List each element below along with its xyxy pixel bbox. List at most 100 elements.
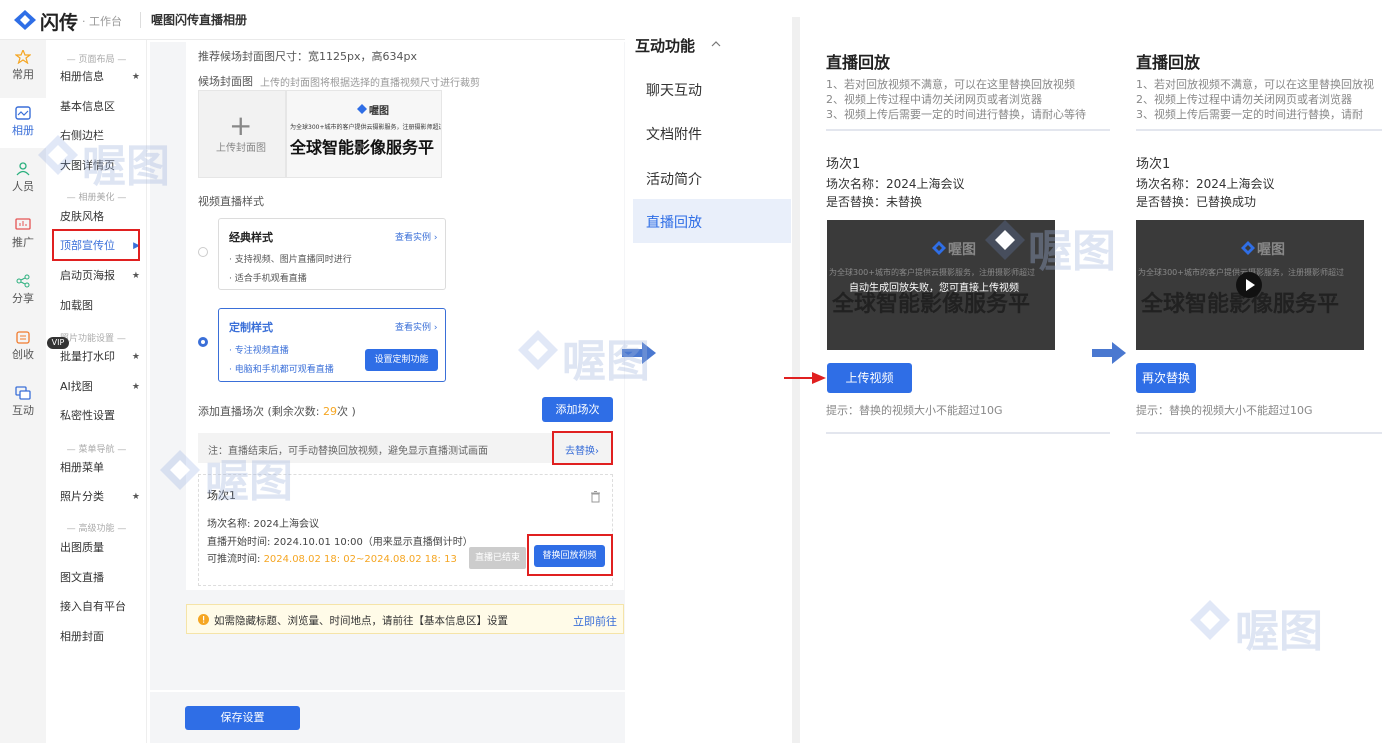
- divider: [1136, 432, 1382, 434]
- chevron-up-icon[interactable]: [711, 41, 721, 47]
- brand-logo-icon: [932, 241, 946, 255]
- remaining-count: 29: [323, 405, 337, 418]
- add-session-suffix: 次 ): [337, 405, 356, 418]
- replay-instruction: 2、视频上传过程中请勿关闭网页或者浏览器: [826, 93, 1042, 106]
- replay-title: 直播回放: [1136, 53, 1201, 72]
- session-name: 场次名称: 2024上海会议: [207, 519, 319, 530]
- divider: [826, 432, 1110, 434]
- interact-icon: [15, 386, 31, 400]
- logo-text: 闪传: [40, 12, 79, 34]
- replace-again-button[interactable]: 再次替换: [1136, 363, 1196, 393]
- push-time: 可推流时间: 2024.08.02 18: 02~2024.08.02 18: …: [207, 550, 457, 565]
- watermark-logo-icon: [38, 135, 78, 175]
- upload-video-button[interactable]: 上传视频: [827, 363, 912, 393]
- replay-instruction: 1、若对回放视频不满意，可以在这里替换回放视: [1136, 78, 1374, 91]
- submenu-item[interactable]: 加载图: [60, 296, 140, 316]
- nav-label: 分享: [12, 292, 34, 305]
- menu-title: 互动功能: [635, 37, 696, 55]
- share-icon: [16, 274, 30, 288]
- cover-image: 喔图 为全球300+城市的客户提供云摄影服务，注册摄影师超过 全球智能影像服务平: [286, 90, 442, 178]
- submenu-item[interactable]: 相册菜单: [60, 458, 140, 478]
- menu-item-replay[interactable]: 直播回放: [646, 212, 702, 232]
- highlight-box: [527, 534, 613, 576]
- submenu-item[interactable]: 启动页海报 ★: [60, 266, 140, 286]
- section-title: — 页面布局 —: [66, 55, 127, 65]
- submenu-item[interactable]: 相册信息 ★: [60, 67, 140, 87]
- nav-interact[interactable]: 互动: [0, 378, 46, 428]
- section-title: — 菜单导航 —: [66, 445, 127, 455]
- delete-icon[interactable]: [590, 491, 601, 503]
- live-ended-button: 直播已结束: [469, 547, 526, 569]
- save-settings-button[interactable]: 保存设置: [185, 706, 300, 730]
- menu-item-intro[interactable]: 活动简介: [646, 169, 702, 189]
- custom-radio[interactable]: [198, 337, 208, 347]
- classic-radio[interactable]: [198, 247, 208, 257]
- star-icon: [15, 50, 31, 64]
- revenue-icon: [16, 331, 30, 344]
- nav-revenue[interactable]: 创收: [0, 322, 46, 372]
- submenu-label: 相册封面: [60, 630, 104, 643]
- brand-logo-icon: [357, 104, 367, 114]
- play-icon[interactable]: [1236, 272, 1262, 298]
- submenu-label: 基本信息区: [60, 100, 115, 113]
- size-hint: 提示：替换的视频大小不能超过10G: [1136, 404, 1313, 417]
- add-session-button[interactable]: 添加场次: [542, 397, 613, 422]
- push-value: 2024.08.02 18: 02~2024.08.02 18: 13: [263, 554, 457, 565]
- submenu-item[interactable]: 私密性设置: [60, 406, 140, 426]
- nav-label: 人员: [12, 180, 34, 193]
- submenu-item[interactable]: 批量打水印 ★: [60, 347, 140, 367]
- cover-small-text: 为全球300+城市的客户提供云摄影服务，注册摄影师超过: [290, 124, 442, 131]
- flow-arrow-icon: [1092, 342, 1126, 364]
- star-icon: ★: [131, 492, 140, 502]
- star-icon: ★: [131, 271, 140, 281]
- submenu-item[interactable]: 皮肤风格: [60, 207, 140, 227]
- upload-cover-button[interactable]: + 上传封面图: [198, 90, 286, 178]
- classic-style-card[interactable]: 经典样式 查看实例 › · 支持视频、图片直播同时进行 · 适合手机观看直播: [218, 218, 446, 290]
- submenu-item[interactable]: 相册封面: [60, 627, 140, 647]
- menu-item-docs[interactable]: 文档附件: [646, 124, 702, 144]
- logo-subtitle: · 工作台: [82, 15, 122, 28]
- submenu-item[interactable]: AI找图 ★: [60, 377, 140, 397]
- vip-badge: VIP: [47, 337, 69, 349]
- submenu-label: 私密性设置: [60, 409, 115, 422]
- highlight-box: [552, 431, 613, 465]
- promote-icon: [15, 218, 31, 230]
- watermark: 喔图: [205, 456, 293, 507]
- custom-line2: · 电脑和手机都可观看直播: [229, 365, 334, 375]
- nav-share[interactable]: 分享: [0, 266, 46, 316]
- menu-item-chat[interactable]: 聊天互动: [646, 80, 702, 100]
- nav-promote[interactable]: 推广: [0, 210, 46, 260]
- video-brand: 喔图: [1257, 242, 1285, 258]
- session-name: 场次名称：2024上海会议: [826, 177, 965, 191]
- session-start: 直播开始时间: 2024.10.01 10:00（用来显示直播倒计时）: [207, 537, 473, 548]
- custom-style-card[interactable]: 定制样式 查看实例 › · 专注视频直播 · 电脑和手机都可观看直播 设置定制功…: [218, 308, 446, 382]
- set-custom-button[interactable]: 设置定制功能: [365, 349, 438, 371]
- session-title: 场次1: [1136, 157, 1171, 172]
- cover-brand: 喔图: [369, 106, 389, 117]
- submenu-item[interactable]: 图文直播: [60, 568, 140, 588]
- submenu-item[interactable]: 基本信息区: [60, 97, 140, 117]
- nav-common[interactable]: 常用: [0, 42, 46, 92]
- submenu-label: 批量打水印: [60, 350, 115, 363]
- nav-label: 常用: [12, 68, 34, 81]
- album-icon: [15, 106, 31, 120]
- submenu-label: 启动页海报: [60, 269, 115, 282]
- classic-example-link[interactable]: 查看实例 ›: [395, 230, 437, 243]
- session-name: 场次名称：2024上海会议: [1136, 177, 1275, 191]
- submenu-item[interactable]: 照片分类 ★: [60, 487, 140, 507]
- style-title: 视频直播样式: [198, 195, 264, 208]
- replaced-status: 是否替换：未替换: [826, 195, 923, 209]
- replay-video-preview: 喔图 为全球300+城市的客户提供云摄影服务，注册摄影师超过 全球智能影像服务平: [1136, 220, 1364, 350]
- go-now-link[interactable]: 立即前往: [573, 613, 617, 629]
- warning-icon: [198, 614, 209, 625]
- submenu-item[interactable]: 接入自有平台: [60, 597, 140, 617]
- submenu-item[interactable]: 出图质量: [60, 538, 140, 558]
- submenu-label: 照片分类: [60, 490, 104, 503]
- upload-fail-overlay: 自动生成回放失败，您可直接上传视频: [849, 283, 1019, 294]
- submenu-label: 出图质量: [60, 541, 104, 554]
- custom-example-link[interactable]: 查看实例 ›: [395, 320, 437, 333]
- brand-logo-icon: [1241, 241, 1255, 255]
- album-title[interactable]: 喔图闪传直播相册: [151, 11, 247, 28]
- nav-label: 互动: [12, 404, 34, 417]
- watermark-logo-icon: [1190, 600, 1230, 640]
